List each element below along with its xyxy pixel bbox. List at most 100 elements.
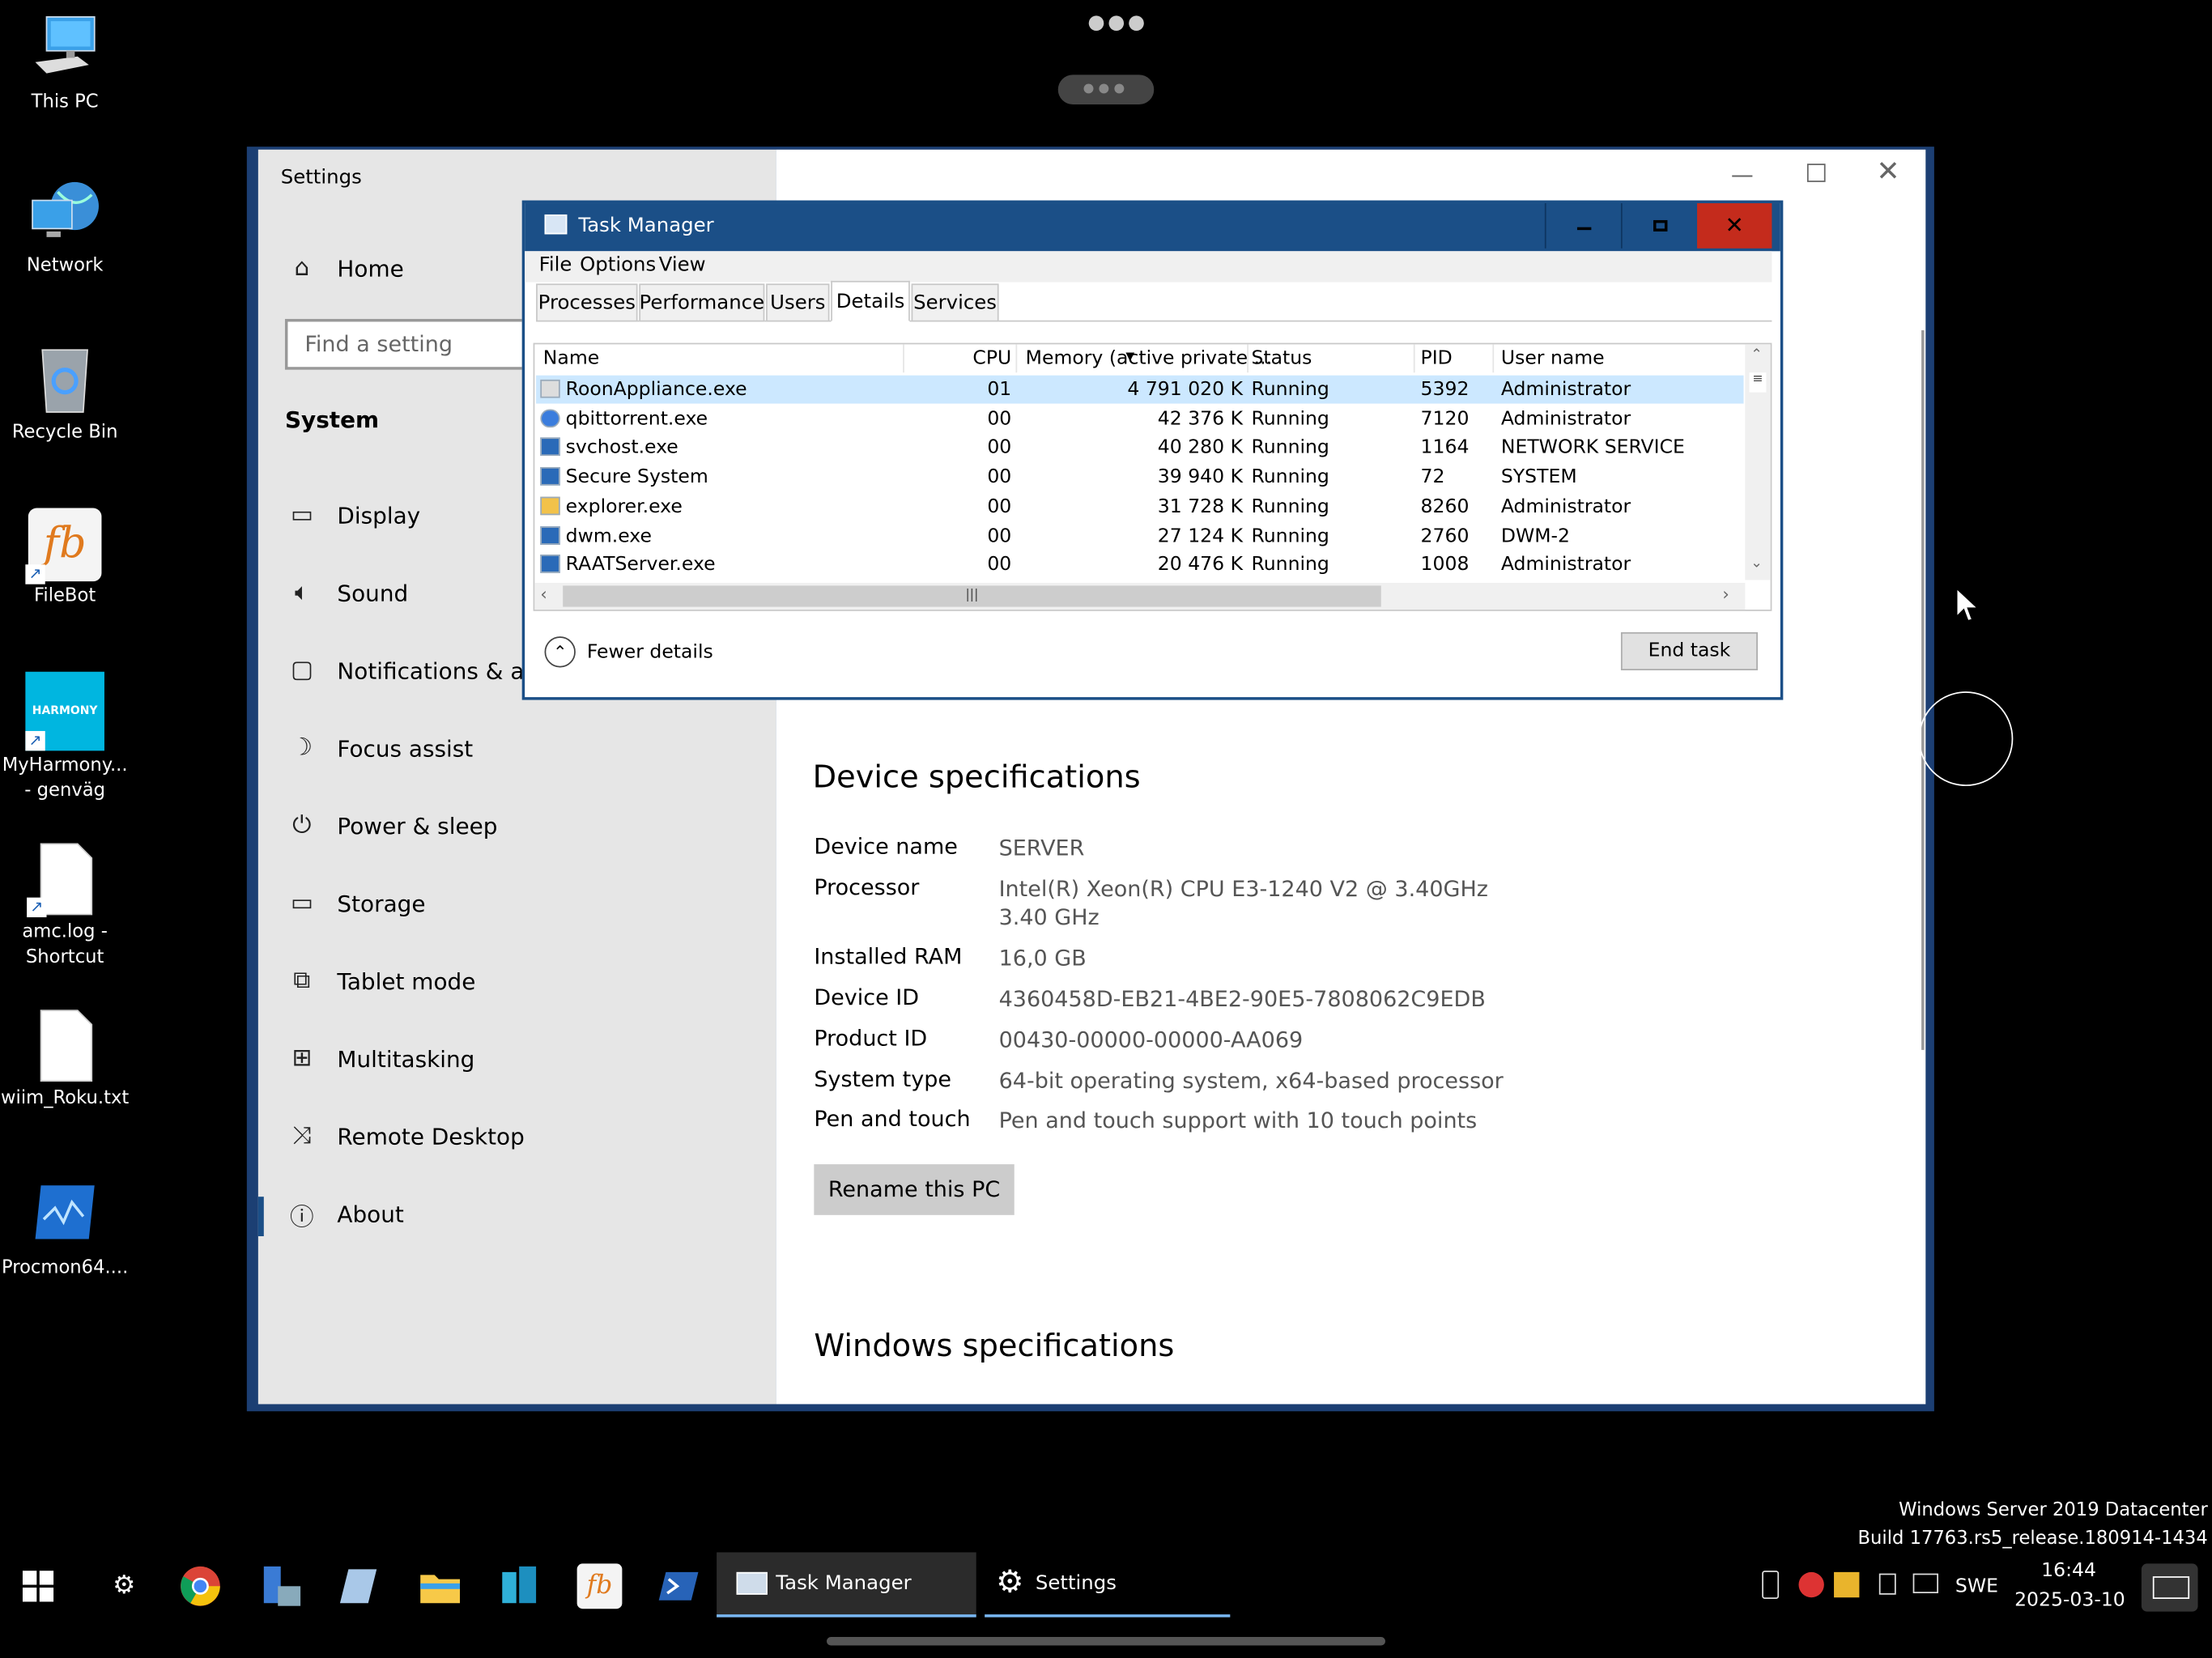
table-row[interactable]: dwm.exe 00 27 124 K Running 2760 DWM-2: [536, 521, 1743, 550]
chrome-icon[interactable]: [178, 1563, 223, 1609]
spec-label: Installed RAM: [814, 944, 963, 970]
taskbar-app-settings[interactable]: ⚙ Settings: [985, 1552, 1231, 1618]
storage-app-icon[interactable]: [496, 1563, 542, 1609]
table-row[interactable]: RAATServer.exe 00 20 476 K Running 1008 Admin…: [536, 551, 1743, 579]
process-icon: [540, 496, 560, 515]
maximize-icon[interactable]: [1806, 164, 1826, 182]
language-indicator[interactable]: SWE: [1955, 1575, 1998, 1597]
cell-status: Running: [1251, 466, 1329, 489]
column-header[interactable]: Status: [1251, 346, 1312, 371]
tm-minimize-button[interactable]: [1544, 203, 1620, 249]
column-header[interactable]: User name: [1501, 346, 1605, 371]
table-row[interactable]: qbittorrent.exe 00 42 376 K Running 7120 Admi…: [536, 405, 1743, 433]
sidebar-item-multitasking[interactable]: ⊞ Multitasking: [258, 1030, 776, 1086]
scroll-thumb[interactable]: ≡: [1749, 372, 1767, 393]
clock-time[interactable]: 16:44: [2041, 1559, 2096, 1582]
sidebar-item-storage[interactable]: ▭ Storage: [258, 875, 776, 932]
touch-keyboard-icon[interactable]: [2141, 1563, 2198, 1612]
scroll-down-icon[interactable]: ⌄: [1750, 556, 1763, 572]
tm-menubar: [525, 251, 1772, 283]
desktop-icon-harmony[interactable]: HARMONY ↗ MyHarmony... - genväg: [0, 671, 130, 805]
column-divider[interactable]: [1015, 344, 1018, 373]
rename-pc-button[interactable]: Rename this PC: [814, 1164, 1015, 1215]
sidebar-item-info[interactable]: ⓘ About: [258, 1185, 776, 1242]
desktop-icon-wiim-roku[interactable]: wiim_Roku.txt: [0, 1008, 130, 1112]
tm-vertical-scrollbar[interactable]: ⌃ ≡ ⌄: [1745, 344, 1771, 580]
cell-cpu: 00: [987, 495, 1012, 518]
roon-tray-icon[interactable]: [1798, 1571, 1824, 1598]
sidebar-item-focus-assist[interactable]: ☽ Focus assist: [258, 720, 776, 776]
minimize-icon[interactable]: —: [1731, 161, 1754, 188]
spec-label: Device name: [814, 834, 958, 860]
process-icon: [540, 467, 560, 486]
table-row[interactable]: Secure System 00 39 940 K Running 72 SYSTEM: [536, 463, 1743, 491]
tab-services[interactable]: Services: [911, 283, 999, 322]
file-explorer-icon[interactable]: [418, 1563, 463, 1609]
settings-scrollbar[interactable]: [1921, 329, 1925, 1050]
column-header[interactable]: Memory (active private ...: [1026, 346, 1272, 371]
sidebar-item-label: Display: [337, 501, 421, 529]
watermark-line-2: Build 17763.rs5_release.180914-1434: [1857, 1528, 2208, 1550]
fewer-details-toggle[interactable]: ⌃ Fewer details: [544, 635, 713, 669]
desktop-icon-filebot[interactable]: fb ↗ FileBot: [0, 508, 130, 610]
powershell-icon[interactable]: [656, 1563, 701, 1609]
sidebar-item-tablet-mode[interactable]: ⧉ Tablet mode: [258, 953, 776, 1010]
cell-pid: 1008: [1420, 553, 1470, 576]
column-header[interactable]: CPU: [955, 346, 1011, 371]
cell-cpu: 00: [987, 436, 1012, 460]
table-row[interactable]: RoonAppliance.exe 01 4 791 020 K Running 539…: [536, 376, 1743, 404]
column-divider[interactable]: [1247, 344, 1249, 373]
start-button[interactable]: [22, 1571, 54, 1602]
task-manager-titlebar[interactable]: Task Manager ✕: [525, 203, 1780, 252]
sidebar-item-remote-desktop[interactable]: ⤨ Remote Desktop: [258, 1107, 776, 1164]
usb-icon[interactable]: [1762, 1571, 1780, 1599]
powershell-ise-icon[interactable]: [337, 1563, 382, 1609]
table-row[interactable]: svchost.exe 00 40 280 K Running 1164 NETWORK …: [536, 434, 1743, 462]
tm-menu-file[interactable]: File: [539, 254, 572, 277]
server-manager-icon[interactable]: [258, 1563, 304, 1609]
column-header[interactable]: Name: [543, 346, 599, 371]
column-header[interactable]: PID: [1421, 346, 1453, 371]
storage-icon: ▭: [290, 889, 313, 918]
process-icon: [540, 408, 560, 427]
column-divider[interactable]: [1492, 344, 1495, 373]
harmony-tray-icon[interactable]: [1834, 1571, 1860, 1598]
desktop-icon-label: Procmon64....: [1, 1257, 129, 1279]
tab-performance[interactable]: Performance: [639, 283, 765, 322]
desktop-icon-amc-log[interactable]: ↗ amc.log - Shortcut: [0, 841, 130, 971]
sidebar-item-power[interactable]: ⏻ Power & sleep: [258, 797, 776, 854]
scroll-right-icon[interactable]: ›: [1722, 585, 1729, 604]
sidebar-item-label: Sound: [337, 579, 409, 606]
desktop-icon-network[interactable]: Network: [0, 175, 130, 279]
tm-close-button[interactable]: ✕: [1697, 203, 1772, 249]
desktop-icon-this-pc[interactable]: This PC: [0, 11, 130, 116]
network-tray-icon[interactable]: [1912, 1573, 1938, 1594]
desktop-icon-recycle-bin[interactable]: Recycle Bin: [0, 342, 130, 446]
scroll-thumb-h[interactable]: |||: [563, 585, 1381, 607]
cell-memory: 4 791 020 K: [1127, 378, 1244, 402]
tab-processes[interactable]: Processes: [536, 283, 638, 322]
tm-menu-options[interactable]: Options: [580, 254, 656, 277]
tm-menu-view[interactable]: View: [659, 254, 706, 277]
scroll-left-icon[interactable]: ‹: [540, 585, 547, 604]
table-row[interactable]: explorer.exe 00 31 728 K Running 8260 Adminis…: [536, 492, 1743, 521]
tab-users[interactable]: Users: [766, 283, 830, 322]
rename-pc-label: Rename this PC: [827, 1176, 1001, 1203]
notification-tray-icon[interactable]: [1878, 1573, 1896, 1595]
desktop-icon-procmon[interactable]: Procmon64....: [0, 1177, 130, 1282]
tm-maximize-button[interactable]: [1620, 203, 1696, 249]
close-icon[interactable]: ✕: [1876, 154, 1899, 188]
end-task-button[interactable]: End task: [1620, 631, 1758, 670]
top-handle-pill[interactable]: ●●●: [1057, 74, 1155, 104]
tm-horizontal-scrollbar[interactable]: ‹ ||| ›: [534, 582, 1746, 610]
column-divider[interactable]: [903, 344, 904, 373]
display-icon: ▭: [290, 500, 313, 529]
tab-details[interactable]: Details: [831, 280, 910, 322]
filebot-taskbar-icon[interactable]: fb: [576, 1563, 623, 1609]
scroll-up-icon[interactable]: ⌃: [1750, 347, 1763, 363]
taskbar-app-task-manager[interactable]: Task Manager: [717, 1552, 976, 1618]
spec-label: Processor: [814, 874, 920, 901]
clock-date[interactable]: 2025-03-10: [2014, 1589, 2125, 1612]
search-gear-icon[interactable]: ⚙: [101, 1563, 147, 1609]
column-divider[interactable]: [1413, 344, 1415, 373]
